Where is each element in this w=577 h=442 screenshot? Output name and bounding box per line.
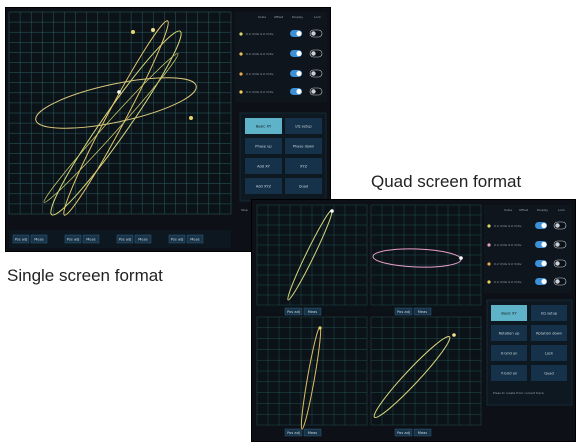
iq-setup-label: I/Q setup — [295, 125, 312, 129]
col-display: Display — [537, 208, 548, 212]
channel-3-color-dot — [487, 262, 491, 266]
channel-3-value: 0.2 V/div 0.0 V/div — [246, 72, 274, 76]
col-scale: Scale — [258, 15, 266, 19]
col-lock: Lock — [558, 208, 565, 212]
quad-function-panel: Basic XY I/Q setup Rotation up Rotation … — [486, 299, 573, 406]
quad-screen-svg: Pos adj Meas Pos adj Meas Pos adj Meas P… — [256, 204, 573, 437]
channel-1-value: 0.2 V/div 0.0 V/div — [246, 32, 274, 36]
col-lock: Lock — [314, 15, 321, 19]
channel-2-value: 0.2 V/div 0.0 V/div — [246, 52, 274, 56]
toggle-knob — [555, 261, 560, 266]
toggle-knob — [541, 278, 547, 285]
y-grid-label: Y-Grid on — [501, 372, 517, 376]
pos-adj-label: Pos adj — [287, 310, 300, 314]
single-marker-3 — [189, 116, 193, 120]
pos-adj-label: Pos adj — [15, 238, 28, 242]
col-scale: Scale — [504, 208, 512, 212]
meas-label: Meas — [308, 431, 318, 435]
channel-3-color-dot — [239, 72, 243, 76]
channel-4-value: 0.2 V/div 0.0 V/div — [246, 90, 274, 94]
meas-label: Meas — [308, 310, 318, 314]
channel-2-color-dot — [239, 52, 243, 56]
pos-adj-label: Pos adj — [287, 431, 300, 435]
quad-4-marker — [452, 333, 456, 337]
quad-plot-1 — [256, 204, 368, 313]
basic-xy-label: Basic XY — [256, 125, 272, 129]
pos-adj-label: Pos adj — [119, 238, 132, 242]
col-offset: Offset — [519, 208, 529, 212]
quad-screen-panel: Pos adj Meas Pos adj Meas Pos adj Meas P… — [251, 199, 576, 442]
meas-label: Meas — [34, 238, 44, 242]
channel-1-color-dot — [487, 224, 491, 228]
single-function-panel: Basic XY I/Q setup Phase up Phase down A… — [239, 112, 327, 202]
channel-2-value: 0.2 V/div 0.0 V/div — [494, 243, 522, 247]
quad-label: Quad — [544, 372, 554, 376]
meas-label: Meas — [190, 238, 200, 242]
single-marker-2 — [151, 28, 155, 32]
meas-label: Meas — [86, 238, 96, 242]
rotation-up-label: Rotation up — [499, 332, 520, 336]
col-offset: Offset — [274, 15, 284, 19]
quad-2-marker — [459, 256, 463, 260]
meas-label: Meas — [418, 431, 428, 435]
meas-label: Meas — [138, 238, 148, 242]
channel-4-color-dot — [239, 90, 243, 94]
quad-channel-panel: Scale Offset Display Lock 0.2 V/div 0.0 … — [484, 205, 572, 293]
phase-up-label: Phase up — [255, 145, 272, 149]
channel-3-value: 0.2 V/div 0.0 V/div — [494, 262, 522, 266]
single-channel-panel: Scale Offset Display Lock 0.2 V/div 0.0 … — [235, 12, 327, 102]
channel-4-color-dot — [487, 280, 491, 284]
channel-1-color-dot — [239, 32, 243, 36]
channel-1-value: 0.2 V/div 0.0 V/div — [494, 224, 522, 228]
lock-label: Lock — [545, 352, 554, 356]
toggle-knob — [311, 71, 316, 76]
toggle-knob — [296, 88, 302, 95]
single-bottom-bar: Pos adj Meas Pos adj Meas Pos adj Meas P… — [9, 230, 231, 248]
toggle-knob — [311, 89, 316, 94]
toggle-knob — [555, 279, 560, 284]
single-grid — [8, 11, 232, 215]
quad-plot-4 — [370, 316, 482, 426]
meas-label: Meas — [418, 310, 428, 314]
toggle-knob — [555, 242, 560, 247]
toggle-knob — [311, 51, 316, 56]
single-status-text: Stop — [241, 208, 248, 212]
toggle-knob — [296, 30, 302, 37]
basic-xy-label: Basic XY — [501, 312, 517, 316]
quad-label: Quad — [299, 185, 309, 189]
quad-plot-2 — [370, 204, 482, 313]
single-screen-caption: Single screen format — [7, 266, 163, 285]
phase-down-label: Phase down — [293, 145, 315, 149]
quad-screen-caption: Quad screen format — [371, 172, 522, 191]
pos-adj-label: Pos adj — [67, 238, 80, 242]
single-marker-1 — [131, 30, 135, 34]
toggle-knob — [555, 223, 560, 228]
add-xy-label: Add XY — [257, 165, 271, 169]
toggle-knob — [311, 31, 316, 36]
add-xyz-label: Add XYZ — [256, 185, 272, 189]
toggle-knob — [541, 241, 547, 248]
quad-1-marker — [330, 209, 334, 213]
col-display: Display — [292, 15, 303, 19]
quad-3-marker — [318, 326, 322, 330]
quad-plot-3 — [256, 316, 368, 430]
single-xy-plot — [8, 11, 232, 216]
toggle-knob — [541, 222, 547, 229]
rotation-down-label: Rotation down — [536, 332, 562, 336]
x-grid-label: X-Grid on — [501, 352, 518, 356]
pos-adj-label: Pos adj — [171, 238, 184, 242]
toggle-knob — [541, 260, 547, 267]
pos-adj-label: Pos adj — [397, 431, 410, 435]
channel-4-value: 0.2 V/div 0.0 V/div — [494, 280, 522, 284]
pos-adj-label: Pos adj — [397, 310, 410, 314]
quad-info-text: Press to create from current trace — [493, 391, 544, 395]
channel-2-color-dot — [487, 243, 491, 247]
toggle-knob — [296, 70, 302, 77]
iq-setup-label: I/Q setup — [541, 312, 558, 316]
xyz-label: XYZ — [300, 165, 308, 169]
single-marker-4 — [117, 90, 121, 94]
toggle-knob — [296, 50, 302, 57]
